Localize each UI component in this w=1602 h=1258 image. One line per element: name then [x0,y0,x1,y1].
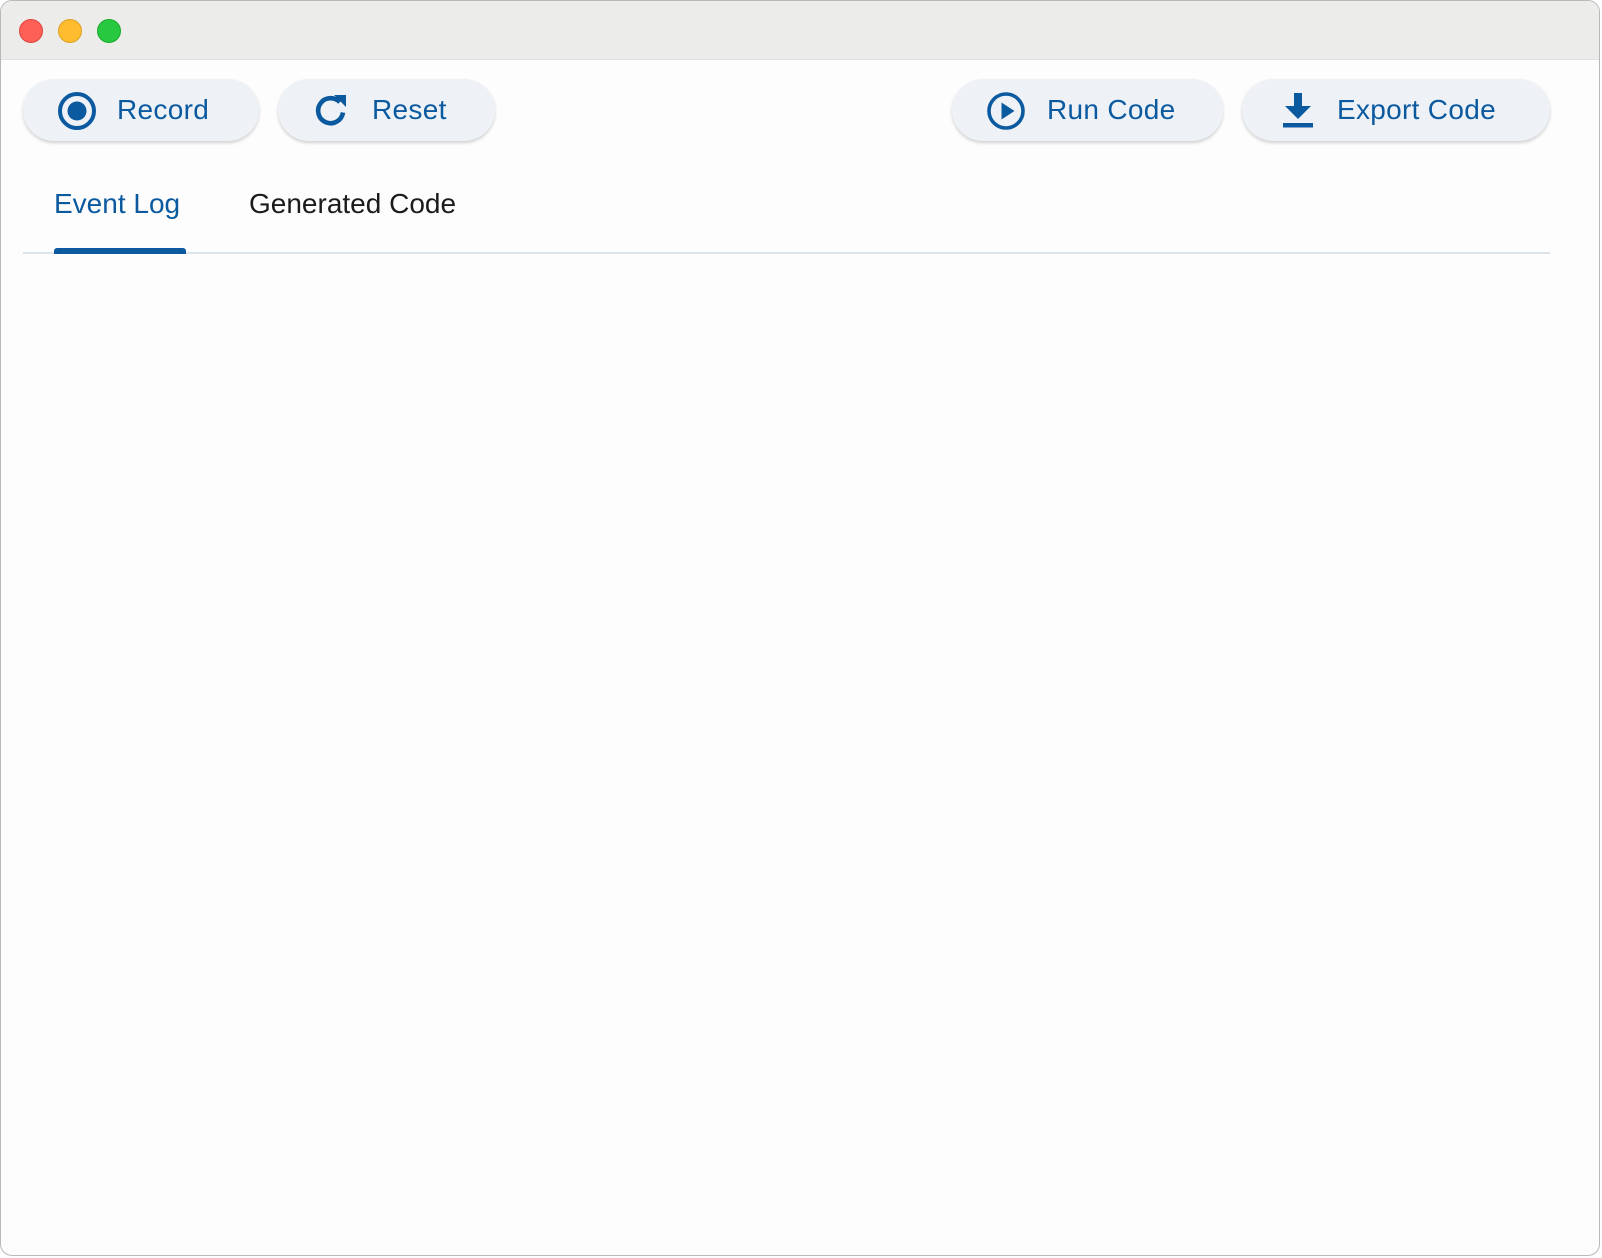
record-button[interactable]: Record [23,79,259,141]
event-log-panel [23,255,1550,1235]
export-code-button[interactable]: Export Code [1242,79,1550,141]
tab-generated-code[interactable]: Generated Code [249,187,456,221]
title-bar [1,1,1599,60]
minimize-window-button[interactable] [58,19,82,43]
reset-button[interactable]: Reset [278,79,495,141]
refresh-icon [315,95,346,126]
play-circle-icon [987,92,1025,130]
zoom-window-button[interactable] [97,19,121,43]
download-icon [1283,93,1313,128]
run-code-button[interactable]: Run Code [952,79,1223,141]
tab-event-log[interactable]: Event Log [54,187,180,221]
app-window: Record Reset Run Code Export Code Event … [0,0,1600,1256]
record-button-label: Record [117,94,210,125]
run-code-button-label: Run Code [1047,94,1176,125]
tab-bar: Event Log Generated Code [23,169,1550,254]
reset-button-label: Reset [372,94,447,125]
active-tab-indicator [54,248,186,254]
export-code-button-label: Export Code [1337,94,1496,125]
close-window-button[interactable] [19,19,43,43]
record-circle-icon [58,92,96,130]
